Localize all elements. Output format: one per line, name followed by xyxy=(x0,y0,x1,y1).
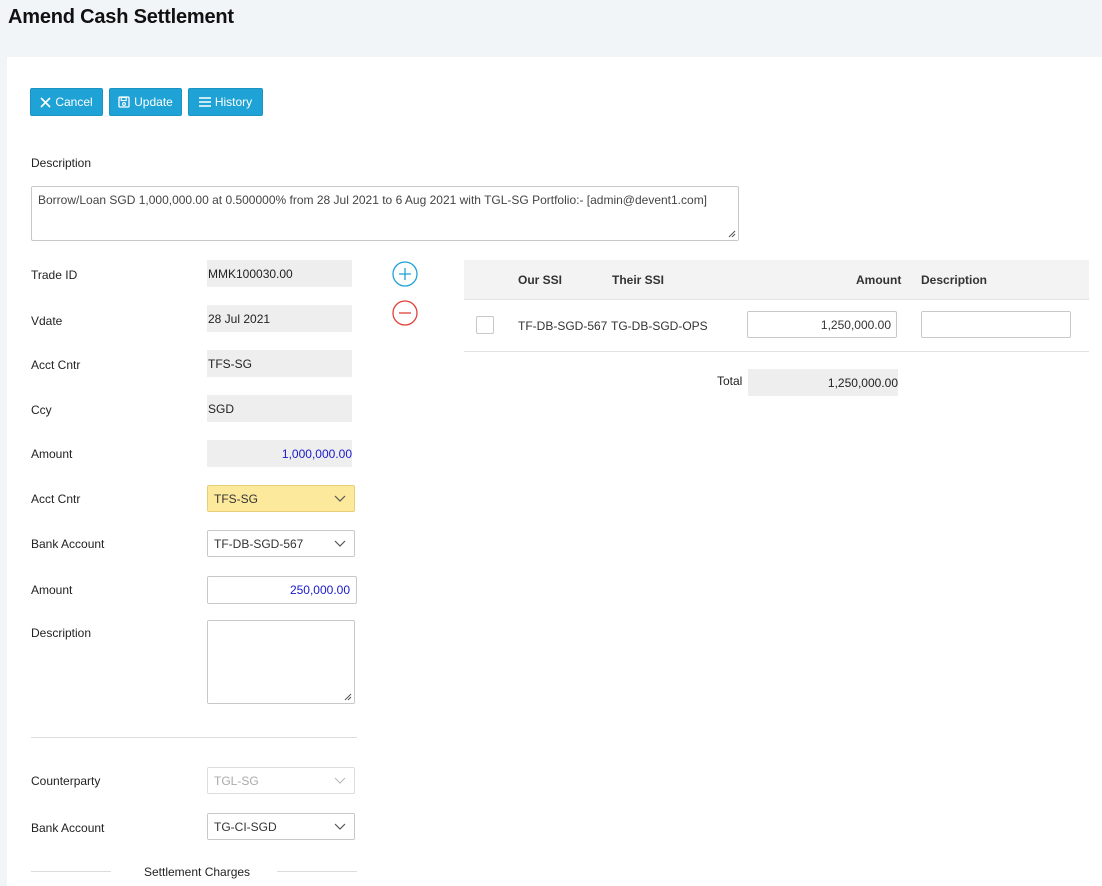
description-text: Borrow/Loan SGD 1,000,000.00 at 0.500000… xyxy=(38,193,708,207)
settlement-charges-label: Settlement Charges xyxy=(144,865,251,879)
trade-amount-label: Amount xyxy=(31,447,73,461)
section-divider xyxy=(31,737,357,738)
minus-circle-icon[interactable] xyxy=(392,300,418,326)
row-description-input[interactable] xyxy=(921,311,1071,338)
vdate-label: Vdate xyxy=(31,314,63,328)
close-icon xyxy=(40,96,51,108)
trade-id-label: Trade ID xyxy=(31,268,78,282)
settlement-bank-account-value: TF-DB-SGD-567 xyxy=(214,536,304,551)
resize-handle-icon[interactable] xyxy=(343,692,352,701)
update-button[interactable]: Update xyxy=(109,88,182,116)
counterparty-bank-account-label: Bank Account xyxy=(31,821,105,835)
settlement-bank-account-select[interactable]: TF-DB-SGD-567 xyxy=(207,530,355,557)
chevron-down-icon xyxy=(334,823,346,830)
acct-cntr-label: Acct Cntr xyxy=(31,358,81,372)
counterparty-label: Counterparty xyxy=(31,774,101,788)
row-amount-input[interactable]: 1,250,000.00 xyxy=(747,311,897,338)
settlement-bank-account-label: Bank Account xyxy=(31,537,105,551)
ssi-table-header: Our SSI Their SSI Amount Description xyxy=(464,260,1089,300)
counterparty-select: TGL-SG xyxy=(207,767,355,794)
menu-icon xyxy=(198,97,211,107)
acct-cntr-value: TFS-SG xyxy=(207,350,352,377)
trade-id-value: MMK100030.00 xyxy=(207,260,352,287)
plus-circle-icon[interactable] xyxy=(392,261,418,287)
save-icon xyxy=(118,96,130,108)
ccy-value: SGD xyxy=(207,395,352,422)
settlement-amount-label: Amount xyxy=(31,583,73,597)
settlement-acct-cntr-select[interactable]: TFS-SG xyxy=(207,485,355,512)
chevron-down-icon xyxy=(334,540,346,547)
their-ssi-cell: TG-DB-SGD-OPS xyxy=(611,319,708,333)
settlement-acct-cntr-label: Acct Cntr xyxy=(31,492,81,506)
total-label: Total xyxy=(717,374,743,388)
settlement-form-card: Cancel Update History Description Borrow… xyxy=(7,57,1102,886)
counterparty-value: TGL-SG xyxy=(214,773,259,788)
charges-divider-left xyxy=(31,871,111,872)
settlement-acct-cntr-value: TFS-SG xyxy=(214,491,258,506)
row-checkbox[interactable] xyxy=(476,316,494,334)
counterparty-bank-account-value: TG-CI-SGD xyxy=(214,819,277,834)
trade-amount-value: 1,000,000.00 xyxy=(207,440,352,467)
resize-handle-icon[interactable] xyxy=(727,229,736,238)
total-value: 1,250,000.00 xyxy=(748,369,898,396)
page-title: Amend Cash Settlement xyxy=(8,6,234,28)
chevron-down-icon xyxy=(334,495,346,502)
table-row: TF-DB-SGD-567 TG-DB-SGD-OPS 1,250,000.00 xyxy=(464,300,1089,352)
description-label: Description xyxy=(31,156,92,170)
column-header-amount: Amount xyxy=(856,273,902,287)
settlement-description-textarea[interactable] xyxy=(207,620,355,704)
our-ssi-cell: TF-DB-SGD-567 xyxy=(518,319,608,333)
counterparty-bank-account-select[interactable]: TG-CI-SGD xyxy=(207,813,355,840)
ccy-label: Ccy xyxy=(31,403,52,417)
history-label: History xyxy=(214,95,253,109)
cancel-label: Cancel xyxy=(55,95,93,109)
column-header-description: Description xyxy=(921,273,988,287)
column-header-their-ssi: Their SSI xyxy=(612,273,665,287)
charges-divider-right xyxy=(277,871,357,872)
settlement-amount-input[interactable]: 250,000.00 xyxy=(207,576,357,604)
settlement-description-label: Description xyxy=(31,626,92,640)
cancel-button[interactable]: Cancel xyxy=(30,88,103,116)
update-label: Update xyxy=(134,95,173,109)
vdate-value: 28 Jul 2021 xyxy=(207,305,352,332)
chevron-down-icon xyxy=(334,777,346,784)
history-button[interactable]: History xyxy=(188,88,263,116)
description-textarea[interactable]: Borrow/Loan SGD 1,000,000.00 at 0.500000… xyxy=(31,186,739,241)
column-header-our-ssi: Our SSI xyxy=(518,273,563,287)
